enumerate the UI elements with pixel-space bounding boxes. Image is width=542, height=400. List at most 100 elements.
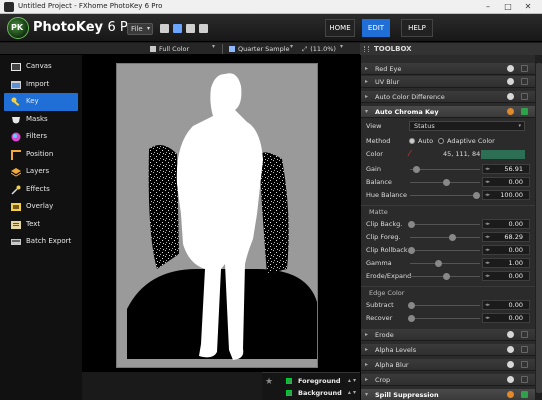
layer-foreground[interactable]: Foreground ▴ ▾ <box>262 375 360 387</box>
section-auto-color-difference[interactable]: ▸ Auto Color Difference <box>361 91 535 103</box>
clip-foreg-slider-handle[interactable] <box>449 234 456 241</box>
help-button[interactable]: HELP <box>401 19 433 37</box>
stepper-arrows[interactable]: ◂▸ <box>485 220 490 228</box>
zoom-select[interactable]: ⤢ (11.0%) <box>302 44 336 54</box>
gamma-slider-track[interactable] <box>410 263 480 264</box>
maximize-button[interactable]: □ <box>498 1 518 13</box>
reset-icon[interactable] <box>507 391 514 398</box>
sidebar-item-effects[interactable]: Effects <box>4 181 78 199</box>
clip-rollback-slider-track[interactable] <box>410 250 480 251</box>
gain-slider-handle[interactable] <box>413 166 420 173</box>
new-project-icon[interactable] <box>160 24 169 33</box>
clip-backg-slider-handle[interactable] <box>408 221 415 228</box>
enable-checkbox[interactable] <box>521 376 528 383</box>
stepper-arrows[interactable]: ◂▸ <box>485 246 490 254</box>
stepper-arrows[interactable]: ◂▸ <box>485 301 490 309</box>
balance-slider-handle[interactable] <box>443 179 450 186</box>
open-project-icon[interactable] <box>173 24 182 33</box>
sidebar-item-text[interactable]: Text <box>4 216 78 234</box>
clip-rollback-slider-handle[interactable] <box>408 247 415 254</box>
stepper-arrows[interactable]: ◂▸ <box>485 233 490 241</box>
clip-backg-slider-track[interactable] <box>410 224 480 225</box>
close-button[interactable]: ✕ <box>518 1 538 13</box>
recover-slider-handle[interactable] <box>408 315 415 322</box>
enable-checkbox[interactable] <box>521 331 528 338</box>
save-project-icon[interactable] <box>186 24 195 33</box>
section-crop[interactable]: ▸ Crop <box>361 374 535 386</box>
section-alpha-blur[interactable]: ▸ Alpha Blur <box>361 359 535 371</box>
reset-icon[interactable] <box>507 108 514 115</box>
chevron-down-icon[interactable]: ▾ <box>212 43 215 50</box>
gain-value[interactable]: ◂▸ 56.91 <box>482 164 530 174</box>
chevron-icon[interactable]: ▴ ▾ <box>348 387 356 399</box>
reset-icon[interactable] <box>507 376 514 383</box>
gamma-slider-handle[interactable] <box>435 260 442 267</box>
hue-balance-slider-handle[interactable] <box>473 192 480 199</box>
layer-background[interactable]: Background ▴ ▾ <box>262 387 360 399</box>
recover-slider-track[interactable] <box>410 318 480 319</box>
scrollbar-thumb[interactable] <box>536 63 542 393</box>
stepper-arrows[interactable]: ◂▸ <box>485 272 490 280</box>
subtract-slider-handle[interactable] <box>408 302 415 309</box>
clip-foreg-slider-track[interactable] <box>410 237 480 238</box>
enable-checkbox[interactable] <box>521 108 528 115</box>
grip-icon[interactable] <box>364 46 369 52</box>
method-adaptive-radio[interactable] <box>438 138 444 144</box>
enable-checkbox[interactable] <box>521 78 528 85</box>
enable-checkbox[interactable] <box>521 391 528 398</box>
section-auto-chroma-key[interactable]: ▾ Auto Chroma Key <box>361 106 535 118</box>
minimize-button[interactable]: – <box>478 1 498 13</box>
stepper-arrows[interactable]: ◂▸ <box>485 178 490 186</box>
reset-icon[interactable] <box>507 361 514 368</box>
chevron-down-icon[interactable]: ▾ <box>290 43 293 50</box>
subtract-slider-track[interactable] <box>410 305 480 306</box>
reset-icon[interactable] <box>507 65 514 72</box>
layer-visibility-checkbox[interactable] <box>286 378 292 384</box>
clip-foreg-value[interactable]: ◂▸ 68.29 <box>482 232 530 242</box>
erode-expand-slider-handle[interactable] <box>443 273 450 280</box>
balance-value[interactable]: ◂▸ 0.00 <box>482 177 530 187</box>
sidebar-item-overlay[interactable]: Overlay <box>4 198 78 216</box>
reset-icon[interactable] <box>507 78 514 85</box>
enable-checkbox[interactable] <box>521 65 528 72</box>
chevron-icon[interactable]: ▴ ▾ <box>348 375 356 387</box>
keyed-image-preview[interactable] <box>116 63 318 368</box>
section-alpha-levels[interactable]: ▸ Alpha Levels <box>361 344 535 356</box>
section-uv-blur[interactable]: ▸ UV Blur <box>361 76 535 88</box>
key-color-swatch[interactable] <box>481 150 525 159</box>
enable-checkbox[interactable] <box>521 361 528 368</box>
erode-expand-value[interactable]: ◂▸ 0.00 <box>482 271 530 281</box>
stepper-arrows[interactable]: ◂▸ <box>485 314 490 322</box>
section-red-eye[interactable]: ▸ Red Eye <box>361 63 535 75</box>
reset-icon[interactable] <box>507 331 514 338</box>
sidebar-item-masks[interactable]: Masks <box>4 111 78 129</box>
sidebar-item-layers[interactable]: Layers <box>4 163 78 181</box>
stepper-arrows[interactable]: ◂▸ <box>485 165 490 173</box>
method-auto-radio[interactable] <box>409 138 415 144</box>
recover-value[interactable]: ◂▸ 0.00 <box>482 313 530 323</box>
hue-balance-value[interactable]: ◂▸ 100.00 <box>482 190 530 200</box>
sidebar-item-filters[interactable]: Filters <box>4 128 78 146</box>
sidebar-item-import[interactable]: Import <box>4 76 78 94</box>
section-spill-suppression[interactable]: ▾ Spill Suppression <box>361 389 535 400</box>
sidebar-item-key[interactable]: Key <box>4 93 78 111</box>
sidebar-item-batch-export[interactable]: Batch Export <box>4 233 78 251</box>
print-icon[interactable] <box>199 24 208 33</box>
layer-visibility-checkbox[interactable] <box>286 390 292 396</box>
color-mode-select[interactable]: Full Color <box>150 44 189 54</box>
eyedropper-icon[interactable]: ⁄ <box>409 150 417 158</box>
view-select[interactable]: Status ▾ <box>409 121 525 131</box>
home-button[interactable]: HOME <box>325 19 355 37</box>
gamma-value[interactable]: ◂▸ 1.00 <box>482 258 530 268</box>
reset-icon[interactable] <box>507 346 514 353</box>
sidebar-item-canvas[interactable]: Canvas <box>4 58 78 76</box>
stepper-arrows[interactable]: ◂▸ <box>485 259 490 267</box>
clip-rollback-value[interactable]: ◂▸ 0.00 <box>482 245 530 255</box>
chevron-down-icon[interactable]: ▾ <box>340 43 343 50</box>
reset-icon[interactable] <box>507 93 514 100</box>
sidebar-item-position[interactable]: Position <box>4 146 78 164</box>
sample-select[interactable]: Quarter Sample <box>229 44 290 54</box>
toolbox-scrollbar[interactable] <box>535 55 542 400</box>
gain-slider-track[interactable] <box>410 169 480 170</box>
clip-backg-value[interactable]: ◂▸ 0.00 <box>482 219 530 229</box>
